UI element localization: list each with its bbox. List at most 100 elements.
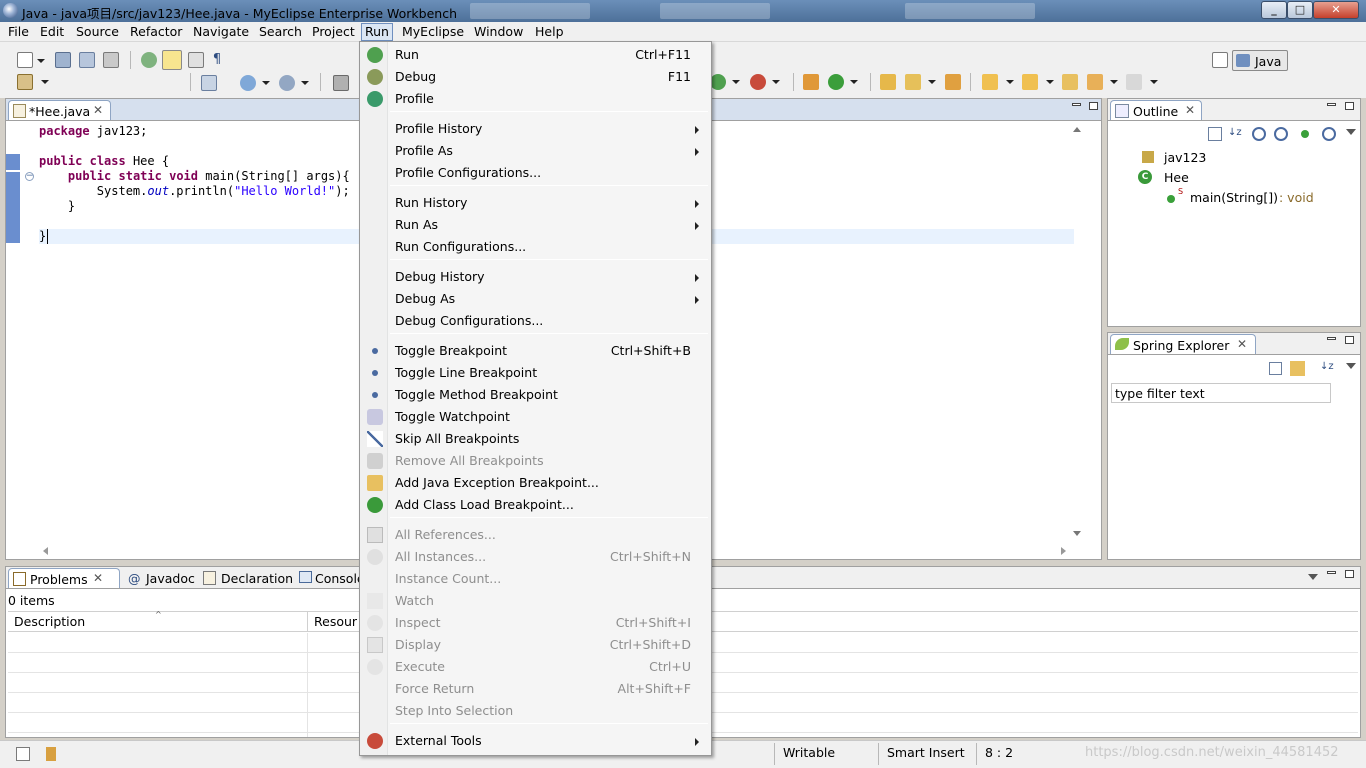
menu-item-run-configurations[interactable]: Run Configurations...	[362, 236, 709, 258]
menu-help[interactable]: Help	[532, 24, 567, 40]
show-whitespace-icon[interactable]: ¶	[209, 52, 225, 68]
menu-item-add-java-exception-breakpoint[interactable]: Add Java Exception Breakpoint...	[362, 472, 709, 494]
view-menu-icon[interactable]	[1308, 574, 1318, 580]
menu-item-watch[interactable]: Watch	[362, 590, 709, 612]
menu-item-debug-configurations[interactable]: Debug Configurations...	[362, 310, 709, 332]
menu-run[interactable]: Run	[361, 23, 393, 41]
menu-item-run-as[interactable]: Run As	[362, 214, 709, 236]
hide-local-types-icon[interactable]	[1322, 127, 1336, 141]
menu-item-run-history[interactable]: Run History	[362, 192, 709, 214]
chevron-down-icon[interactable]	[1150, 80, 1158, 84]
scroll-down-icon[interactable]	[1073, 531, 1081, 536]
menu-item-force-return[interactable]: Force Return Alt+Shift+F	[362, 678, 709, 700]
menu-item-debug[interactable]: Debug F11	[362, 66, 709, 88]
view-menu-icon[interactable]	[1346, 363, 1356, 369]
chevron-down-icon[interactable]	[1110, 80, 1118, 84]
save-all-icon[interactable]	[79, 52, 95, 68]
menu-item-add-class-load-breakpoint[interactable]: Add Class Load Breakpoint...	[362, 494, 709, 516]
close-tab-icon[interactable]: ✕	[93, 103, 103, 117]
next-annotation-icon[interactable]	[982, 74, 998, 90]
close-tab-icon[interactable]: ✕	[1237, 337, 1247, 351]
hide-fields-icon[interactable]	[1252, 127, 1266, 141]
hide-non-public-icon[interactable]	[1301, 130, 1309, 138]
menu-window[interactable]: Window	[471, 24, 526, 40]
chevron-down-icon[interactable]	[1046, 80, 1054, 84]
menu-item-debug-history[interactable]: Debug History	[362, 266, 709, 288]
new-icon[interactable]	[17, 52, 33, 68]
menu-item-debug-as[interactable]: Debug As	[362, 288, 709, 310]
editor-vertical-scrollbar[interactable]	[1069, 121, 1085, 545]
menu-item-toggle-line-breakpoint[interactable]: Toggle Line Breakpoint	[362, 362, 709, 384]
collapse-icon[interactable]: −	[25, 172, 34, 181]
search-icon[interactable]	[279, 75, 295, 91]
fast-view-icon[interactable]	[16, 747, 30, 761]
menu-item-toggle-method-breakpoint[interactable]: Toggle Method Breakpoint	[362, 384, 709, 406]
link-with-editor-icon[interactable]	[1290, 361, 1305, 376]
menu-item-profile[interactable]: Profile	[362, 88, 709, 110]
previous-annotation-icon[interactable]	[1022, 74, 1038, 90]
menu-item-skip-all-breakpoints[interactable]: Skip All Breakpoints	[362, 428, 709, 450]
menu-refactor[interactable]: Refactor	[127, 24, 185, 40]
menu-navigate[interactable]: Navigate	[190, 24, 252, 40]
mark-occurrences-icon[interactable]	[162, 50, 182, 70]
menu-item-display[interactable]: Display Ctrl+Shift+D	[362, 634, 709, 656]
chevron-down-icon[interactable]	[301, 81, 309, 85]
sort-icon[interactable]: ↓z	[1320, 361, 1336, 375]
menu-myeclipse[interactable]: MyEclipse	[399, 24, 467, 40]
menu-search[interactable]: Search	[256, 24, 305, 40]
column-divider[interactable]	[307, 612, 308, 632]
view-menu-icon[interactable]	[1346, 129, 1356, 135]
menu-item-toggle-watchpoint[interactable]: Toggle Watchpoint	[362, 406, 709, 428]
chevron-down-icon[interactable]	[850, 80, 858, 84]
scroll-up-icon[interactable]	[1073, 127, 1081, 132]
column-description[interactable]: Description	[14, 614, 85, 629]
collapse-all-icon[interactable]	[1208, 127, 1222, 141]
hide-static-icon[interactable]	[1274, 127, 1288, 141]
run-icon[interactable]	[710, 74, 726, 90]
menu-item-all-references[interactable]: All References...	[362, 524, 709, 546]
filter-input[interactable]	[1111, 383, 1331, 403]
minimize-view-icon[interactable]	[1327, 571, 1336, 574]
chevron-down-icon[interactable]	[262, 81, 270, 85]
chevron-down-icon[interactable]	[772, 80, 780, 84]
maximize-view-icon[interactable]	[1345, 102, 1354, 110]
chevron-down-icon[interactable]	[928, 80, 936, 84]
tab-declaration[interactable]: Declaration	[201, 568, 293, 589]
server-icon[interactable]	[240, 75, 256, 91]
chevron-down-icon[interactable]	[732, 80, 740, 84]
maximize-view-icon[interactable]	[1345, 570, 1354, 578]
open-folder-icon[interactable]	[880, 74, 896, 90]
scroll-left-icon[interactable]	[43, 547, 48, 555]
chevron-down-icon[interactable]	[1006, 80, 1014, 84]
sort-icon[interactable]: ↓z	[1228, 127, 1244, 141]
forward-arrow-icon[interactable]	[1126, 74, 1142, 90]
close-tab-icon[interactable]: ✕	[93, 571, 103, 585]
menu-item-all-instances[interactable]: All Instances... Ctrl+Shift+N	[362, 546, 709, 568]
chevron-down-icon[interactable]	[41, 80, 49, 84]
menu-item-instance-count[interactable]: Instance Count...	[362, 568, 709, 590]
maximize-view-icon[interactable]	[1089, 102, 1098, 110]
editor-tab-hee-java[interactable]: *Hee.java ✕	[8, 100, 111, 121]
menu-source[interactable]: Source	[73, 24, 122, 40]
chevron-down-icon[interactable]	[37, 59, 45, 63]
open-perspective-icon[interactable]	[1212, 52, 1228, 68]
menu-item-external-tools[interactable]: External Tools	[362, 730, 709, 752]
menu-item-step-into-selection[interactable]: Step Into Selection	[362, 700, 709, 722]
menu-item-profile-history[interactable]: Profile History	[362, 118, 709, 140]
new-package-icon[interactable]	[803, 74, 819, 90]
tab-console[interactable]: Console	[297, 568, 365, 589]
bookmark-icon[interactable]	[945, 74, 961, 90]
menu-item-profile-configurations[interactable]: Profile Configurations...	[362, 162, 709, 184]
tab-javadoc[interactable]: @ Javadoc	[126, 568, 198, 589]
save-icon[interactable]	[55, 52, 71, 68]
menu-item-toggle-breakpoint[interactable]: Toggle Breakpoint Ctrl+Shift+B	[362, 340, 709, 362]
block-selection-icon[interactable]	[188, 52, 204, 68]
menu-item-remove-all-breakpoints[interactable]: Remove All Breakpoints	[362, 450, 709, 472]
deploy-icon[interactable]	[201, 75, 217, 91]
minimize-view-icon[interactable]	[1072, 103, 1081, 106]
maximize-button[interactable]: □	[1287, 1, 1313, 19]
open-type-icon[interactable]	[141, 52, 157, 68]
menu-item-run[interactable]: Run Ctrl+F11	[362, 44, 709, 66]
outline-tab[interactable]: Outline ✕	[1110, 100, 1202, 121]
new-project-icon[interactable]	[17, 74, 33, 90]
